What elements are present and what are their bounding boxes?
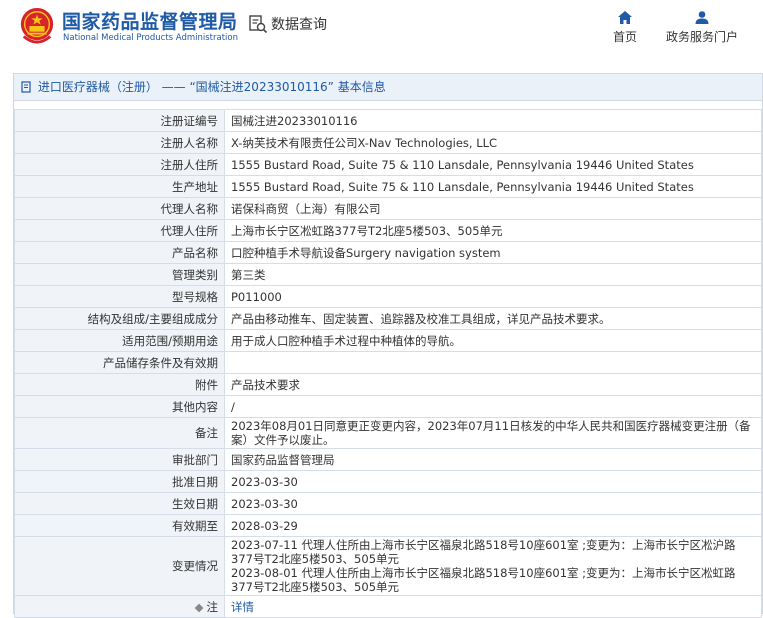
national-emblem-icon <box>20 7 54 44</box>
home-icon <box>618 11 632 24</box>
site-header: 国家药品监督管理局 National Medical Products Admi… <box>0 0 763 56</box>
table-row: 代理人名称 诺保科商贸（上海）有限公司 <box>14 197 762 220</box>
table-row: ◆ 注 详情 <box>14 595 762 618</box>
field-value: 1555 Bustard Road, Suite 75 & 110 Lansda… <box>224 153 762 176</box>
nav-service-portal[interactable]: 政务服务门户 <box>664 11 740 45</box>
field-value: 国家药品监督管理局 <box>224 448 762 471</box>
table-row: 管理类别 第三类 <box>14 263 762 286</box>
field-label: 结构及组成/主要组成成分 <box>14 307 225 330</box>
user-icon <box>695 11 709 24</box>
field-label: 其他内容 <box>14 395 225 418</box>
table-row: 批准日期 2023-03-30 <box>14 470 762 493</box>
change-record: 2023-08-01 代理人住所由上海市长宁区福泉北路518号10座601室 ;… <box>231 566 736 594</box>
field-label: 生产地址 <box>14 175 225 198</box>
table-row: 生产地址 1555 Bustard Road, Suite 75 & 110 L… <box>14 175 762 198</box>
change-record: 2023-07-11 代理人住所由上海市长宁区福泉北路518号10座601室 ;… <box>231 538 736 566</box>
note-label: 注 <box>206 599 219 614</box>
field-value <box>224 351 762 374</box>
info-panel: 进口医疗器械（注册） —— “国械注进20233010116” 基本信息 注册证… <box>13 73 763 618</box>
field-value: 2023年08月01日同意更正变更内容，2023年07月11日核发的中华人民共和… <box>224 417 762 449</box>
field-value: 2023-03-30 <box>224 470 762 493</box>
data-query-label: 数据查询 <box>271 17 327 33</box>
field-value: 2023-07-11 代理人住所由上海市长宁区福泉北路518号10座601室 ;… <box>224 536 762 596</box>
data-query-link[interactable]: 数据查询 <box>248 14 327 34</box>
field-label: 注册人名称 <box>14 131 225 154</box>
nav-service-portal-label: 政务服务门户 <box>665 30 738 44</box>
table-row: 审批部门 国家药品监督管理局 <box>14 448 762 471</box>
field-label: 产品储存条件及有效期 <box>14 351 225 374</box>
field-label: 代理人名称 <box>14 197 225 220</box>
table-row: 产品储存条件及有效期 <box>14 351 762 374</box>
details-table: 注册证编号 国械注进20233010116 注册人名称 X-纳芙技术有限责任公司… <box>14 109 762 618</box>
field-label: 生效日期 <box>14 492 225 515</box>
table-row: 附件 产品技术要求 <box>14 373 762 396</box>
brand-name-en[interactable]: National Medical Products Administration <box>63 33 238 43</box>
field-label: 代理人住所 <box>14 219 225 242</box>
field-label: ◆ 注 <box>14 595 225 618</box>
panel-title-bar: 进口医疗器械（注册） —— “国械注进20233010116” 基本信息 <box>14 74 762 101</box>
nav-home-label: 首页 <box>612 30 637 44</box>
table-row: 代理人住所 上海市长宁区凇虹路377号T2北座5楼503、505单元 <box>14 219 762 242</box>
brand-name-cn[interactable]: 国家药品监督管理局 <box>62 7 238 34</box>
field-label: 型号规格 <box>14 285 225 308</box>
field-label: 产品名称 <box>14 241 225 264</box>
table-row: 注册人名称 X-纳芙技术有限责任公司X-Nav Technologies, LL… <box>14 131 762 154</box>
field-label: 批准日期 <box>14 470 225 493</box>
field-value: 诺保科商贸（上海）有限公司 <box>224 197 762 220</box>
field-value: / <box>224 395 762 418</box>
nav-home[interactable]: 首页 <box>610 11 640 45</box>
details-link[interactable]: 详情 <box>231 600 254 614</box>
field-value: 第三类 <box>224 263 762 286</box>
field-label: 适用范围/预期用途 <box>14 329 225 352</box>
table-row: 其他内容 / <box>14 395 762 418</box>
field-label: 注册人住所 <box>14 153 225 176</box>
table-row: 生效日期 2023-03-30 <box>14 492 762 515</box>
field-label: 有效期至 <box>14 514 225 537</box>
field-value: 2023-03-30 <box>224 492 762 515</box>
table-row: 适用范围/预期用途 用于成人口腔种植手术过程中种植体的导航。 <box>14 329 762 352</box>
field-value: 国械注进20233010116 <box>224 109 762 132</box>
table-row: 注册人住所 1555 Bustard Road, Suite 75 & 110 … <box>14 153 762 176</box>
field-value: 用于成人口腔种植手术过程中种植体的导航。 <box>224 329 762 352</box>
table-row: 变更情况 2023-07-11 代理人住所由上海市长宁区福泉北路518号10座6… <box>14 536 762 596</box>
data-query-icon <box>249 15 268 34</box>
field-value: 产品技术要求 <box>224 373 762 396</box>
table-row: 型号规格 P011000 <box>14 285 762 308</box>
field-label: 附件 <box>14 373 225 396</box>
note-marker-icon: ◆ <box>194 599 204 614</box>
field-value: 详情 <box>224 595 762 618</box>
table-row: 结构及组成/主要组成成分 产品由移动推车、固定装置、追踪器及校准工具组成，详见产… <box>14 307 762 330</box>
field-value: 产品由移动推车、固定装置、追踪器及校准工具组成，详见产品技术要求。 <box>224 307 762 330</box>
field-value: 2028-03-29 <box>224 514 762 537</box>
table-row: 备注 2023年08月01日同意更正变更内容，2023年07月11日核发的中华人… <box>14 417 762 449</box>
field-label: 备注 <box>14 417 225 449</box>
field-label: 注册证编号 <box>14 109 225 132</box>
field-value: 上海市长宁区凇虹路377号T2北座5楼503、505单元 <box>224 219 762 242</box>
field-value: 1555 Bustard Road, Suite 75 & 110 Lansda… <box>224 175 762 198</box>
panel-title: 进口医疗器械（注册） —— “国械注进20233010116” 基本信息 <box>37 80 386 94</box>
table-row: 有效期至 2028-03-29 <box>14 514 762 537</box>
table-row: 产品名称 口腔种植手术导航设备Surgery navigation system <box>14 241 762 264</box>
table-row: 注册证编号 国械注进20233010116 <box>14 109 762 132</box>
field-value: X-纳芙技术有限责任公司X-Nav Technologies, LLC <box>224 131 762 154</box>
field-value: P011000 <box>224 285 762 308</box>
document-icon <box>21 81 31 93</box>
field-label: 审批部门 <box>14 448 225 471</box>
field-label: 管理类别 <box>14 263 225 286</box>
field-value: 口腔种植手术导航设备Surgery navigation system <box>224 241 762 264</box>
field-label: 变更情况 <box>14 536 225 596</box>
